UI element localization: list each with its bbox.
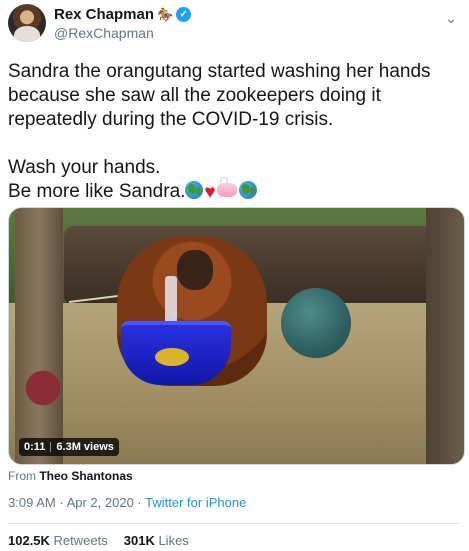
- author-name-row[interactable]: Rex Chapman 🏇 ✓: [54, 6, 192, 23]
- likes-label: Likes: [158, 533, 189, 548]
- attribution-prefix: From: [8, 469, 36, 483]
- attribution-source[interactable]: Theo Shantonas: [39, 469, 132, 483]
- retweets-label: Retweets: [53, 533, 108, 548]
- horse-emoji-icon: 🏇: [157, 6, 174, 22]
- tweet-line: Sandra the orangutang started washing he…: [8, 61, 431, 82]
- tweet-text: Sandra the orangutang started washing he…: [8, 60, 463, 205]
- globe-emoji-icon: [238, 181, 257, 199]
- tweet-line: repeatedly during the COVID-19 crisis.: [8, 109, 334, 130]
- video-duration: 0:11: [24, 441, 46, 453]
- tweet-time[interactable]: 3:09 AM: [8, 495, 56, 510]
- video-stats-badge: 0:11 6.3M views: [19, 438, 119, 456]
- video-frame: [9, 208, 464, 464]
- verified-badge-icon: ✓: [176, 7, 192, 22]
- video-player[interactable]: 0:11 6.3M views: [8, 207, 465, 465]
- retweets-stat[interactable]: 102.5K Retweets: [8, 533, 108, 548]
- tweet-client-link[interactable]: Twitter for iPhone: [145, 495, 246, 510]
- tweet-meta: 3:09 AM · Apr 2, 2020 · Twitter for iPho…: [8, 495, 246, 510]
- author-display-name[interactable]: Rex Chapman: [54, 6, 154, 23]
- avatar[interactable]: [8, 4, 46, 42]
- likes-count: 301K: [123, 533, 155, 548]
- media-attribution: From Theo Shantonas: [8, 469, 133, 483]
- author-handle[interactable]: @RexChapman: [54, 25, 191, 41]
- heart-emoji-icon: ♥: [204, 182, 216, 203]
- separator-dot: ·: [59, 495, 64, 510]
- tweet-line: Be more like Sandra.: [8, 181, 186, 202]
- globe-emoji-icon: [185, 181, 204, 199]
- likes-stat[interactable]: 301K Likes: [124, 533, 189, 548]
- separator-dot: ·: [137, 495, 142, 510]
- tweet-line: because she saw all the zookeepers doing…: [8, 85, 381, 106]
- tweet-stats: 102.5K Retweets 301K Likes: [8, 533, 189, 548]
- video-views: 6.3M views: [56, 441, 114, 453]
- tweet-line: Wash your hands.: [8, 157, 161, 178]
- author-info: Rex Chapman 🏇 ✓ @RexChapman: [54, 6, 192, 41]
- chevron-down-icon[interactable]: ⌄: [445, 10, 457, 27]
- soap-emoji-icon: [216, 177, 237, 197]
- tweet-header: Rex Chapman 🏇 ✓ @RexChapman ⌄: [8, 4, 461, 44]
- tweet-line-emoji: Be more like Sandra. ♥: [8, 177, 463, 205]
- retweets-count: 102.5K: [8, 533, 50, 548]
- tweet-date[interactable]: Apr 2, 2020: [67, 495, 134, 510]
- divider: [8, 523, 461, 524]
